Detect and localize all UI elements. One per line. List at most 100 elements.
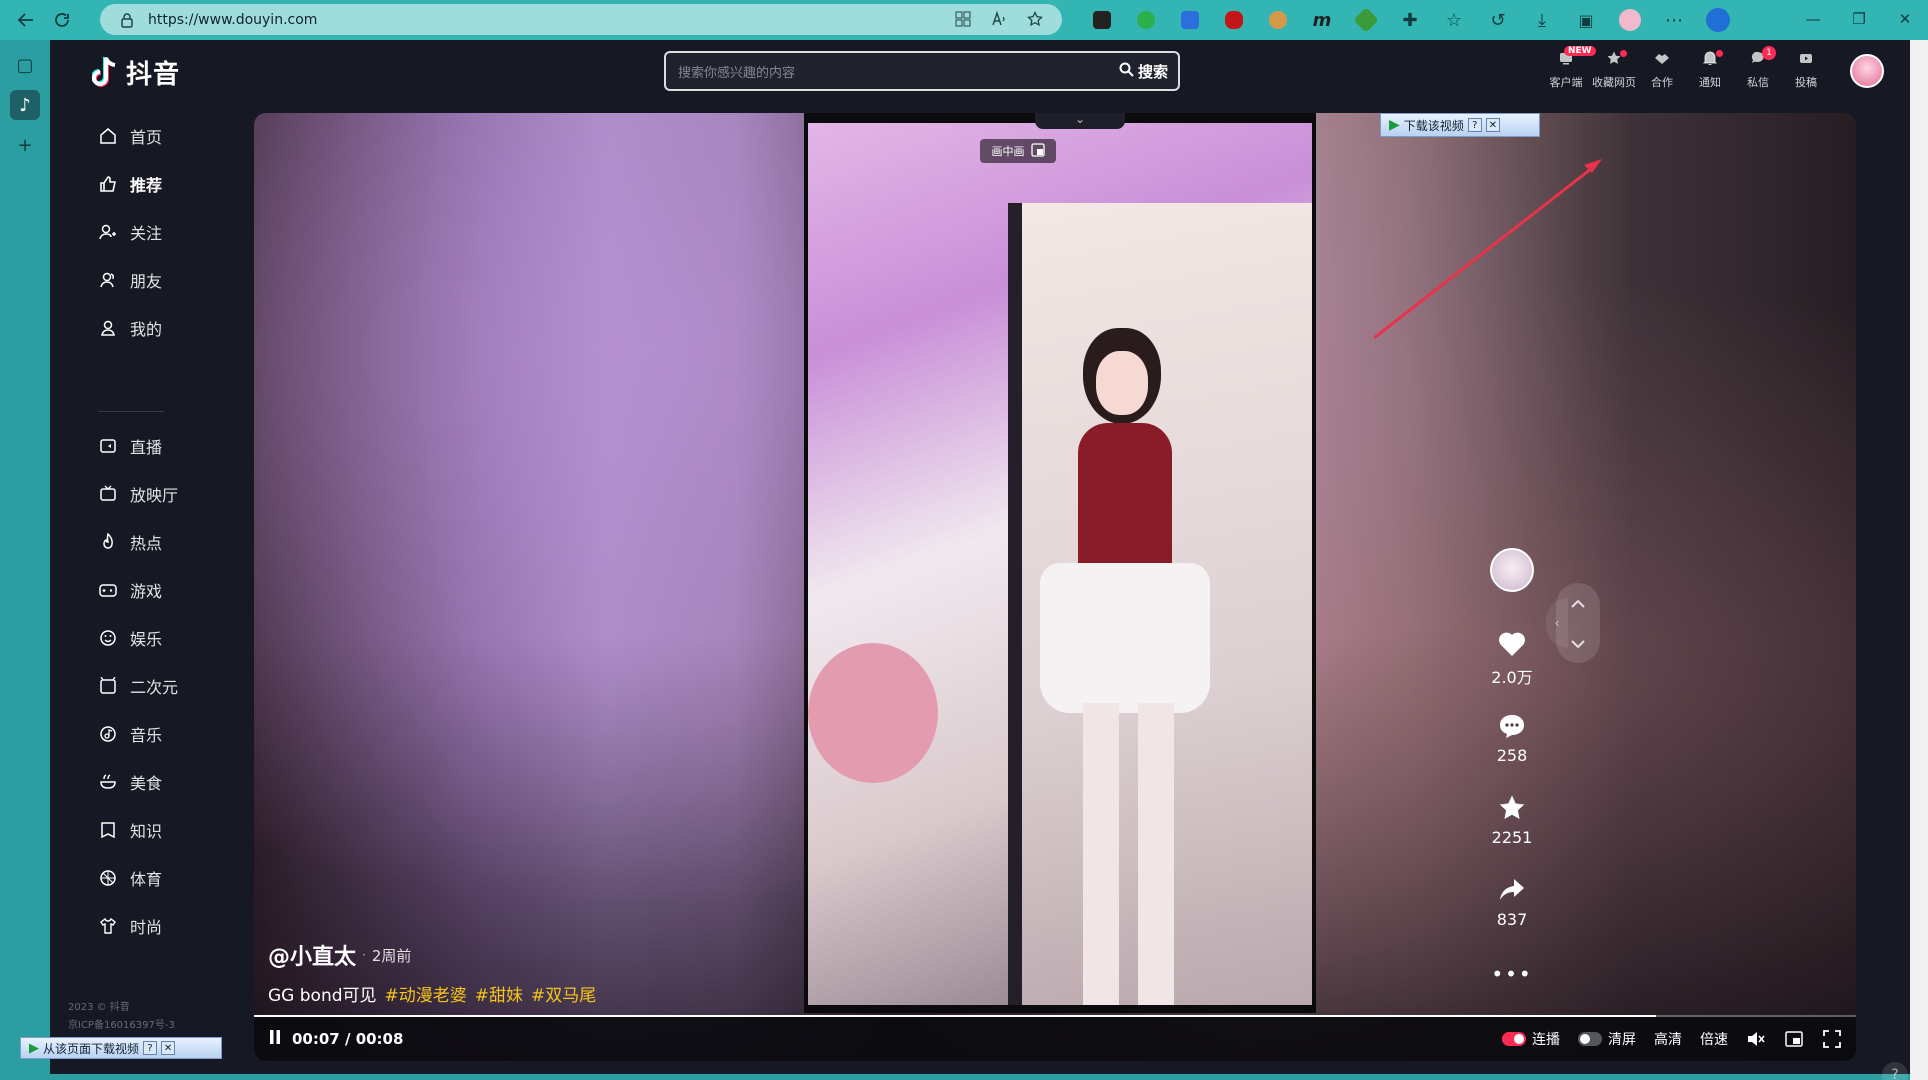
tab-actions-icon[interactable]: ▢: [10, 50, 40, 80]
sidebar-item-music[interactable]: 音乐: [98, 720, 162, 748]
address-bar[interactable]: https://www.douyin.com: [100, 4, 1062, 35]
search-box[interactable]: 搜索你感兴趣的内容 搜索: [664, 51, 1180, 91]
fullscreen-icon[interactable]: [1822, 1029, 1842, 1049]
refresh-icon[interactable]: [44, 4, 80, 36]
cooperation-button[interactable]: 合作: [1638, 48, 1686, 90]
sidebar-item-mine[interactable]: 我的: [98, 314, 162, 342]
apps-icon[interactable]: [954, 10, 972, 28]
page-scrollbar[interactable]: [1910, 40, 1928, 1080]
clear-screen-label: 清屏: [1608, 1032, 1636, 1048]
header-item-label: 合作: [1651, 76, 1673, 89]
header-item-label: 客户端: [1549, 76, 1583, 89]
pip-label: 画中画: [991, 145, 1025, 158]
hashtag-link[interactable]: #甜妹: [475, 981, 523, 1006]
cookie-icon[interactable]: [1256, 4, 1300, 36]
sidebar-item-sports[interactable]: 体育: [98, 864, 162, 892]
chevron-up-icon[interactable]: [1570, 594, 1586, 613]
back-icon[interactable]: [8, 4, 44, 36]
music-icon: [98, 724, 118, 744]
sidebar-item-home[interactable]: 首页: [98, 122, 162, 150]
sidebar-item-hot[interactable]: 热点: [98, 528, 162, 556]
quality-button[interactable]: 高清: [1654, 1029, 1682, 1049]
follow-icon: [98, 222, 118, 242]
author-avatar[interactable]: [1490, 548, 1534, 592]
comment-button[interactable]: 258: [1484, 710, 1540, 765]
chevron-down-icon: ⌄: [1074, 113, 1086, 126]
toggle-switch: [1578, 1032, 1602, 1046]
share-count: 837: [1496, 910, 1528, 929]
favorites-icon[interactable]: ☆: [1432, 4, 1476, 36]
hashtag-link[interactable]: #动漫老婆: [385, 981, 467, 1006]
help-icon[interactable]: ?: [143, 1041, 158, 1055]
sidebar-item-cinema[interactable]: 放映厅: [98, 480, 178, 508]
book-icon: [98, 820, 118, 840]
user-avatar[interactable]: [1850, 54, 1884, 88]
sidebar-item-friends[interactable]: 朋友: [98, 266, 162, 294]
read-aloud-icon[interactable]: [990, 10, 1008, 28]
extension-icon[interactable]: [1344, 4, 1388, 36]
extension-icon[interactable]: [1212, 4, 1256, 36]
mute-icon[interactable]: [1746, 1029, 1766, 1049]
extension-icon[interactable]: m: [1300, 4, 1344, 36]
download-video-button[interactable]: ▶ 下载该视频 ? ✕: [1380, 113, 1540, 137]
client-download-button[interactable]: NEW 客户端: [1542, 46, 1596, 90]
collections-icon[interactable]: ▣: [1564, 4, 1608, 36]
new-tab-icon[interactable]: +: [10, 130, 40, 160]
search-button[interactable]: 搜索: [1119, 61, 1168, 82]
icp-license-link[interactable]: 京ICP备16016397号-3: [68, 1016, 175, 1031]
sidebar-item-live[interactable]: 直播: [98, 432, 162, 460]
help-button[interactable]: ?: [1882, 1062, 1908, 1080]
favorite-button[interactable]: 2251: [1484, 792, 1540, 847]
chevron-down-icon[interactable]: [1570, 634, 1586, 653]
extension-icon[interactable]: [1124, 4, 1168, 36]
sidebar-item-follow[interactable]: 关注: [98, 218, 162, 246]
history-icon[interactable]: ↺: [1476, 4, 1520, 36]
sidebar-item-games[interactable]: 游戏: [98, 576, 162, 604]
live-icon: [98, 436, 118, 456]
speed-button[interactable]: 倍速: [1700, 1029, 1728, 1049]
douyin-tab-icon[interactable]: ♪: [10, 90, 40, 120]
bing-icon[interactable]: [1696, 4, 1740, 36]
pip-window-icon[interactable]: [1784, 1029, 1804, 1049]
favorite-star-icon[interactable]: [1026, 10, 1044, 28]
notifications-button[interactable]: 通知: [1686, 48, 1734, 90]
sidebar-item-entertainment[interactable]: 娱乐: [98, 624, 162, 652]
hashtag-link[interactable]: #双马尾: [531, 981, 596, 1006]
like-button[interactable]: 2.0万: [1484, 628, 1540, 688]
picture-in-picture-button[interactable]: 画中画: [980, 139, 1056, 163]
search-input[interactable]: 搜索你感兴趣的内容: [678, 62, 1119, 81]
profile-avatar[interactable]: [1608, 4, 1652, 36]
sidebar-item-anime[interactable]: 二次元: [98, 672, 178, 700]
minimize-icon[interactable]: —: [1790, 0, 1836, 38]
more-button[interactable]: •••: [1484, 958, 1540, 990]
share-button[interactable]: 837: [1484, 874, 1540, 929]
extension-icon[interactable]: [1080, 4, 1124, 36]
fire-icon: [98, 532, 118, 552]
help-icon[interactable]: ?: [1467, 118, 1482, 132]
close-icon[interactable]: ✕: [1485, 118, 1500, 132]
sidebar-item-fashion[interactable]: 时尚: [98, 912, 162, 940]
video-frame[interactable]: 画中画: [804, 113, 1316, 1013]
pause-icon[interactable]: [268, 1029, 282, 1049]
close-icon[interactable]: ✕: [161, 1041, 176, 1055]
sidebar-item-label: 直播: [130, 438, 163, 457]
sidebar-item-food[interactable]: 美食: [98, 768, 162, 796]
download-icon[interactable]: ⤓: [1520, 4, 1564, 36]
close-icon[interactable]: ✕: [1882, 0, 1928, 38]
douyin-logo[interactable]: 抖音: [91, 54, 180, 91]
author-name[interactable]: @小直太: [268, 939, 356, 971]
sidebar-item-knowledge[interactable]: 知识: [98, 816, 162, 844]
upload-button[interactable]: 投稿: [1782, 48, 1830, 90]
bookmark-page-button[interactable]: 收藏网页: [1590, 48, 1638, 90]
messages-button[interactable]: 1 私信: [1734, 46, 1782, 90]
collapse-header-button[interactable]: ⌄: [1035, 113, 1125, 129]
autoplay-toggle[interactable]: 连播: [1502, 1029, 1560, 1049]
page-download-button[interactable]: ▶ 从该页面下载视频 ? ✕: [20, 1037, 222, 1059]
sidebar-item-recommend[interactable]: 推荐: [98, 170, 162, 198]
extensions-puzzle-icon[interactable]: ✚: [1388, 4, 1432, 36]
more-icon[interactable]: ⋯: [1652, 4, 1696, 36]
extension-icon[interactable]: [1168, 4, 1212, 36]
clear-screen-toggle[interactable]: 清屏: [1578, 1029, 1636, 1049]
restore-icon[interactable]: ❐: [1836, 0, 1882, 38]
video-player[interactable]: 画中画 ⌄ ▶ 下载该视频 ? ✕ @小直太 · 2周前 GG bond可见 #…: [254, 113, 1856, 1061]
